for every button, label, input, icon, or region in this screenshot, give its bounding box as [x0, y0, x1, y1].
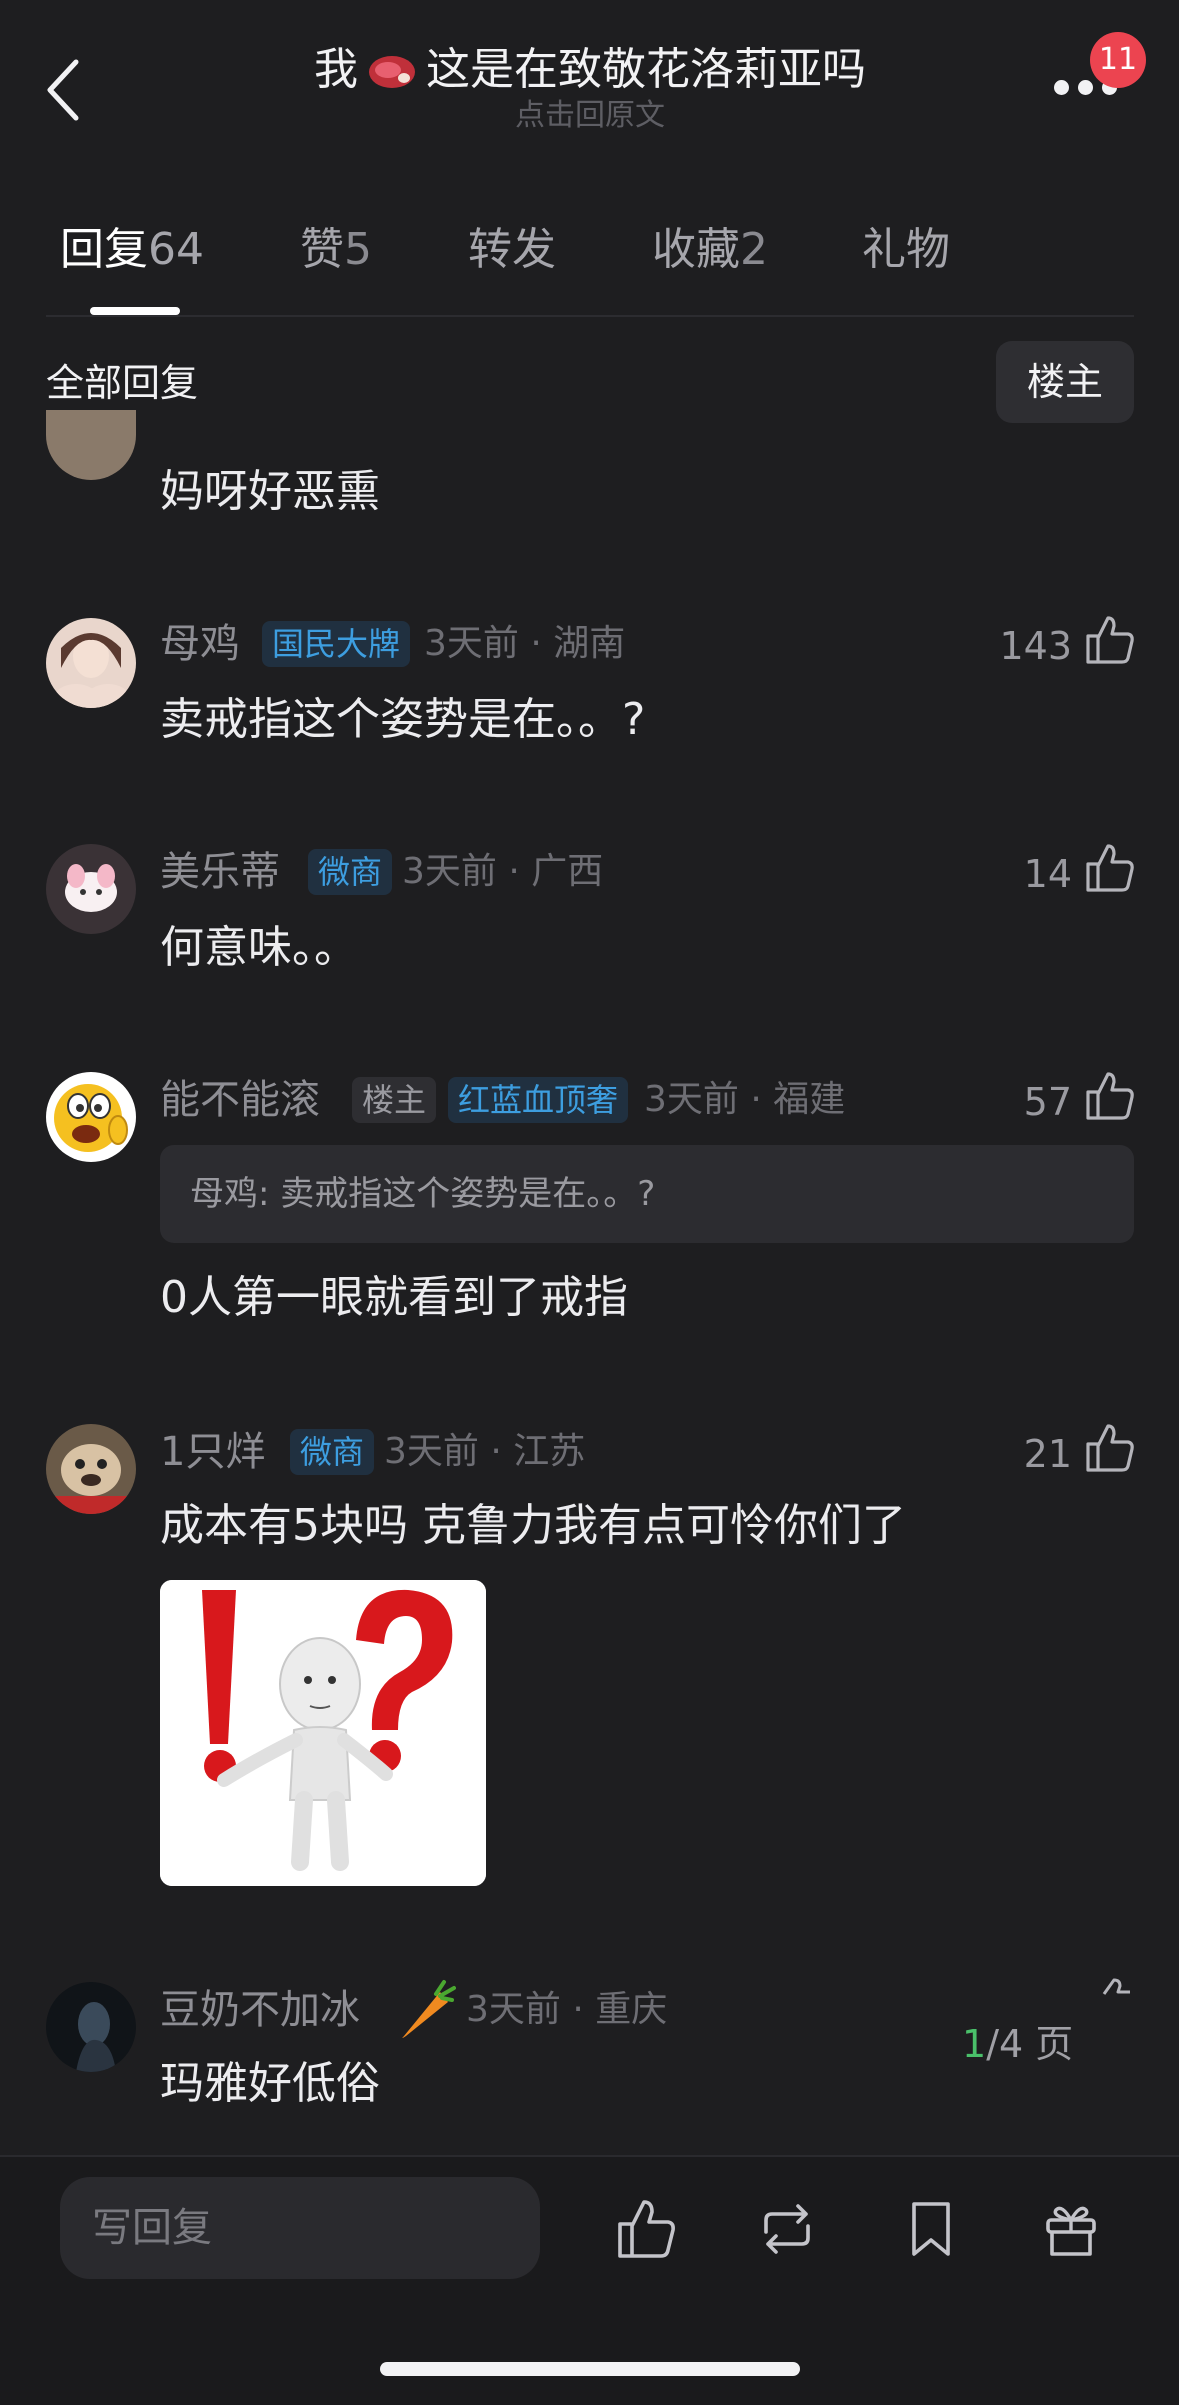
comment-text: 妈呀好恶熏 [160, 466, 380, 517]
user-tag: 红蓝血顶奢 [448, 1077, 629, 1123]
gift-icon[interactable] [1040, 2198, 1102, 2260]
title-block[interactable]: 我 这是在致敬花洛莉亚吗 点击回原文 [180, 40, 1000, 134]
owner-only-button[interactable]: 楼主 [996, 341, 1134, 423]
meme-image[interactable] [160, 1580, 486, 1886]
username[interactable]: 美乐蒂 [160, 844, 280, 900]
user-tag: 国民大牌 [262, 621, 411, 667]
comment-text: 何意味。。 [160, 922, 358, 973]
carrot-icon [402, 1980, 456, 2038]
title-prefix: 我 [314, 44, 358, 95]
comment-text: 成本有5块吗 克鲁力我有点可怜你们了 [160, 1500, 906, 1551]
user-tag: 微商 [308, 849, 393, 895]
username[interactable]: 能不能滚 [160, 1072, 320, 1128]
comment-meta: 3天前 · 重庆 [466, 1989, 668, 2030]
tab-label: 转发 [468, 224, 556, 275]
total-pages: /4 页 [986, 2022, 1074, 2066]
notification-badge: 11 [1090, 32, 1146, 88]
like-icon[interactable] [616, 2198, 678, 2260]
tab-label: 礼物 [862, 224, 950, 275]
like-count: 143 [999, 624, 1072, 668]
thumbs-up-icon[interactable] [1100, 1978, 1136, 2014]
tab-likes[interactable]: 赞5 [300, 215, 372, 285]
thumbs-up-icon[interactable] [1084, 1422, 1136, 1474]
home-indicator[interactable] [380, 2362, 800, 2376]
avatar[interactable] [46, 844, 136, 934]
comment-meta: 3天前 · 江苏 [384, 1431, 586, 1472]
like-count: 21 [1023, 1432, 1072, 1476]
thumbs-up-icon[interactable] [1084, 614, 1136, 666]
tab-favorites[interactable]: 收藏2 [652, 215, 768, 285]
bookmark-icon[interactable] [900, 2198, 962, 2260]
repost-icon[interactable] [756, 2198, 818, 2260]
like-count: 14 [1023, 852, 1072, 896]
username[interactable]: 1只烊 [160, 1424, 265, 1480]
comment-text: 卖戒指这个姿势是在。。? [160, 694, 646, 745]
comment-text: 0人第一眼就看到了戒指 [160, 1272, 628, 1323]
avatar[interactable] [46, 1982, 136, 2072]
tab-replies[interactable]: 回复64 [60, 215, 204, 285]
username[interactable]: 豆奶不加冰 [160, 1982, 360, 2038]
avatar[interactable] [46, 1424, 136, 1514]
tab-bar: 回复64 赞5 转发 收藏2 礼物 [0, 215, 1179, 315]
tab-label: 赞 [300, 224, 344, 275]
page-indicator[interactable]: 1/4 页 [962, 2014, 1122, 2074]
comment-meta: 3天前 · 湖南 [424, 623, 626, 664]
back-to-original-link[interactable]: 点击回原文 [180, 98, 1000, 134]
back-arrow-icon[interactable] [44, 58, 84, 122]
thumbs-up-icon[interactable] [1084, 1070, 1136, 1122]
avatar[interactable] [46, 410, 136, 480]
comment-meta: 3天前 · 广西 [402, 851, 604, 892]
comment-text: 玛雅好低俗 [160, 2058, 380, 2109]
meat-emoji-icon [369, 56, 415, 88]
like-count: 57 [1023, 1080, 1072, 1124]
owner-tag: 楼主 [352, 1077, 437, 1123]
current-page: 1 [962, 2022, 987, 2066]
user-tag: 微商 [290, 1429, 375, 1475]
tab-gifts[interactable]: 礼物 [862, 215, 950, 285]
tab-count: 2 [740, 224, 768, 275]
thumbs-up-icon[interactable] [1084, 842, 1136, 894]
tab-count: 5 [344, 224, 372, 275]
reply-input[interactable]: 写回复 [60, 2177, 540, 2279]
header: 我 这是在致敬花洛莉亚吗 点击回原文 11 [0, 0, 1179, 200]
post-title: 我 这是在致敬花洛莉亚吗 [314, 40, 866, 100]
tab-count: 64 [148, 224, 204, 275]
username[interactable]: 母鸡 [160, 616, 240, 672]
tab-reposts[interactable]: 转发 [468, 215, 556, 285]
active-tab-indicator [90, 307, 180, 315]
avatar[interactable] [46, 618, 136, 708]
tab-label: 收藏 [652, 224, 740, 275]
all-replies-heading: 全部回复 [46, 361, 199, 405]
divider [46, 315, 1134, 317]
title-suffix: 这是在致敬花洛莉亚吗 [426, 44, 866, 95]
tab-label: 回复 [60, 224, 148, 275]
quoted-reply[interactable]: 母鸡: 卖戒指这个姿势是在。。? [160, 1145, 1134, 1243]
comment-meta: 3天前 · 福建 [644, 1079, 846, 1120]
avatar[interactable] [46, 1072, 136, 1162]
